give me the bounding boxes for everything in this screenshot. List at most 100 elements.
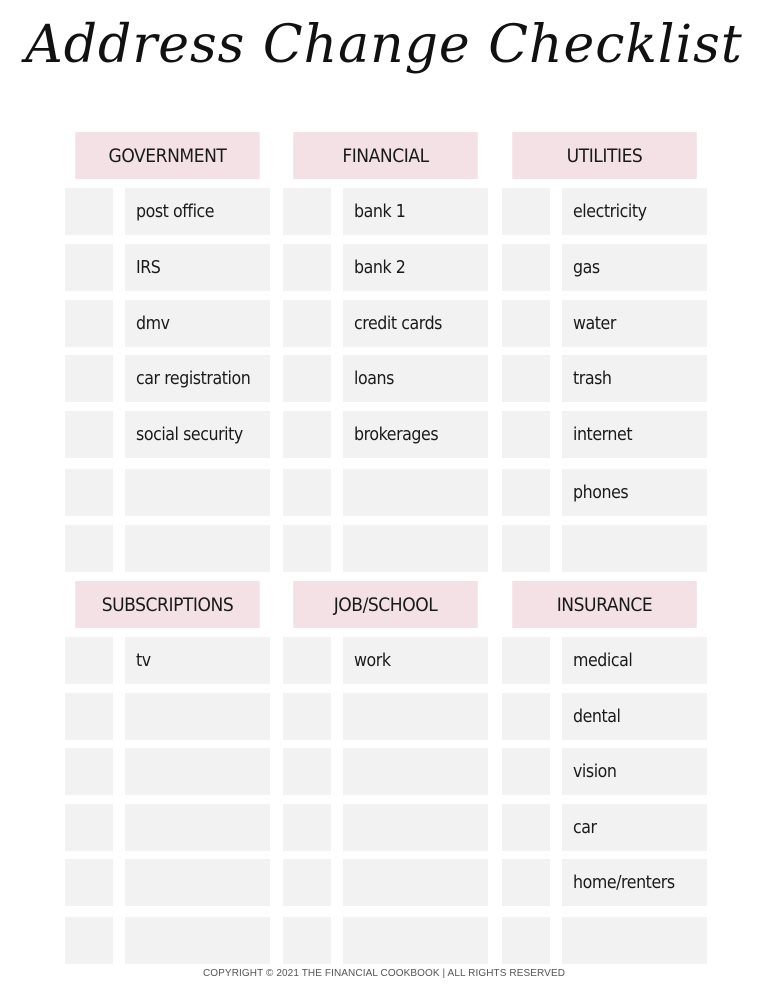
checkbox[interactable] [283, 469, 331, 516]
item-label-field[interactable] [343, 469, 488, 516]
item-label-field[interactable] [343, 693, 488, 740]
checkbox[interactable] [283, 748, 331, 795]
checkbox[interactable] [283, 917, 331, 964]
checkbox[interactable] [502, 804, 550, 851]
item-label-field[interactable]: car registration [125, 355, 270, 402]
item-label-field[interactable]: water [562, 300, 707, 347]
checklist-row [283, 693, 488, 740]
item-label-field[interactable] [562, 525, 707, 572]
item-label-field[interactable] [343, 748, 488, 795]
checkbox[interactable] [502, 693, 550, 740]
item-label-field[interactable]: dmv [125, 300, 270, 347]
page-title: Address Change Checklist [25, 15, 743, 75]
checkbox[interactable] [283, 525, 331, 572]
checklist-row [283, 917, 488, 964]
checkbox[interactable] [65, 748, 113, 795]
checkbox[interactable] [502, 859, 550, 906]
checkbox[interactable] [65, 917, 113, 964]
item-label-field[interactable] [125, 748, 270, 795]
checkbox[interactable] [283, 300, 331, 347]
checkbox[interactable] [65, 804, 113, 851]
item-label-field[interactable]: vision [562, 748, 707, 795]
checklist-row: home/renters [502, 859, 707, 906]
checkbox[interactable] [65, 859, 113, 906]
checkbox[interactable] [283, 244, 331, 291]
checkbox[interactable] [65, 355, 113, 402]
checkbox[interactable] [65, 693, 113, 740]
item-label: car registration [136, 368, 251, 389]
checkbox[interactable] [502, 300, 550, 347]
item-label-field[interactable] [125, 804, 270, 851]
checkbox[interactable] [502, 917, 550, 964]
checkbox[interactable] [283, 355, 331, 402]
checkbox[interactable] [283, 411, 331, 458]
checkbox[interactable] [502, 637, 550, 684]
checkbox[interactable] [502, 411, 550, 458]
item-label-field[interactable]: bank 2 [343, 244, 488, 291]
item-label-field[interactable] [125, 525, 270, 572]
item-label-field[interactable] [343, 917, 488, 964]
item-label-field[interactable]: brokerages [343, 411, 488, 458]
checkbox[interactable] [502, 469, 550, 516]
checkbox[interactable] [283, 693, 331, 740]
checkbox[interactable] [65, 244, 113, 291]
item-label-field[interactable]: work [343, 637, 488, 684]
item-label-field[interactable]: gas [562, 244, 707, 291]
checkbox[interactable] [65, 188, 113, 235]
item-label-field[interactable]: medical [562, 637, 707, 684]
checkbox[interactable] [65, 300, 113, 347]
checkbox[interactable] [65, 637, 113, 684]
category-header: INSURANCE [512, 581, 697, 628]
checkbox[interactable] [502, 525, 550, 572]
item-label: bank 1 [354, 201, 406, 222]
item-label-field[interactable]: social security [125, 411, 270, 458]
item-label-field[interactable]: bank 1 [343, 188, 488, 235]
item-label-field[interactable]: home/renters [562, 859, 707, 906]
checkbox[interactable] [283, 859, 331, 906]
item-label-field[interactable]: electricity [562, 188, 707, 235]
item-label-field[interactable]: trash [562, 355, 707, 402]
checkbox[interactable] [65, 525, 113, 572]
checkbox[interactable] [283, 637, 331, 684]
checklist-row [65, 859, 270, 906]
item-label-field[interactable] [562, 917, 707, 964]
checklist-row: car [502, 804, 707, 851]
item-label-field[interactable] [125, 917, 270, 964]
item-label-field[interactable]: loans [343, 355, 488, 402]
item-label-field[interactable] [343, 525, 488, 572]
item-label-field[interactable]: phones [562, 469, 707, 516]
item-label-field[interactable]: tv [125, 637, 270, 684]
checkbox[interactable] [502, 355, 550, 402]
checklist-row [283, 748, 488, 795]
item-label-field[interactable]: car [562, 804, 707, 851]
checklist-row [65, 525, 270, 572]
item-label-field[interactable] [343, 804, 488, 851]
checklist-row: trash [502, 355, 707, 402]
item-label: IRS [136, 257, 161, 278]
item-label-field[interactable] [125, 859, 270, 906]
item-label-field[interactable]: IRS [125, 244, 270, 291]
checkbox[interactable] [502, 244, 550, 291]
checklist-row: electricity [502, 188, 707, 235]
checkbox[interactable] [502, 188, 550, 235]
item-label-field[interactable]: dental [562, 693, 707, 740]
item-label: tv [136, 650, 151, 671]
checklist-row [502, 525, 707, 572]
item-label-field[interactable] [343, 859, 488, 906]
checklist-row: tv [65, 637, 270, 684]
checkbox[interactable] [283, 188, 331, 235]
item-label: social security [136, 424, 243, 445]
checklist-row: car registration [65, 355, 270, 402]
item-label-field[interactable] [125, 693, 270, 740]
item-label-field[interactable] [125, 469, 270, 516]
checklist-row: dental [502, 693, 707, 740]
item-label-field[interactable]: credit cards [343, 300, 488, 347]
checkbox[interactable] [65, 469, 113, 516]
checkbox[interactable] [502, 748, 550, 795]
checklist-row [283, 859, 488, 906]
item-label: credit cards [354, 313, 442, 334]
item-label-field[interactable]: internet [562, 411, 707, 458]
checkbox[interactable] [283, 804, 331, 851]
item-label-field[interactable]: post office [125, 188, 270, 235]
checkbox[interactable] [65, 411, 113, 458]
